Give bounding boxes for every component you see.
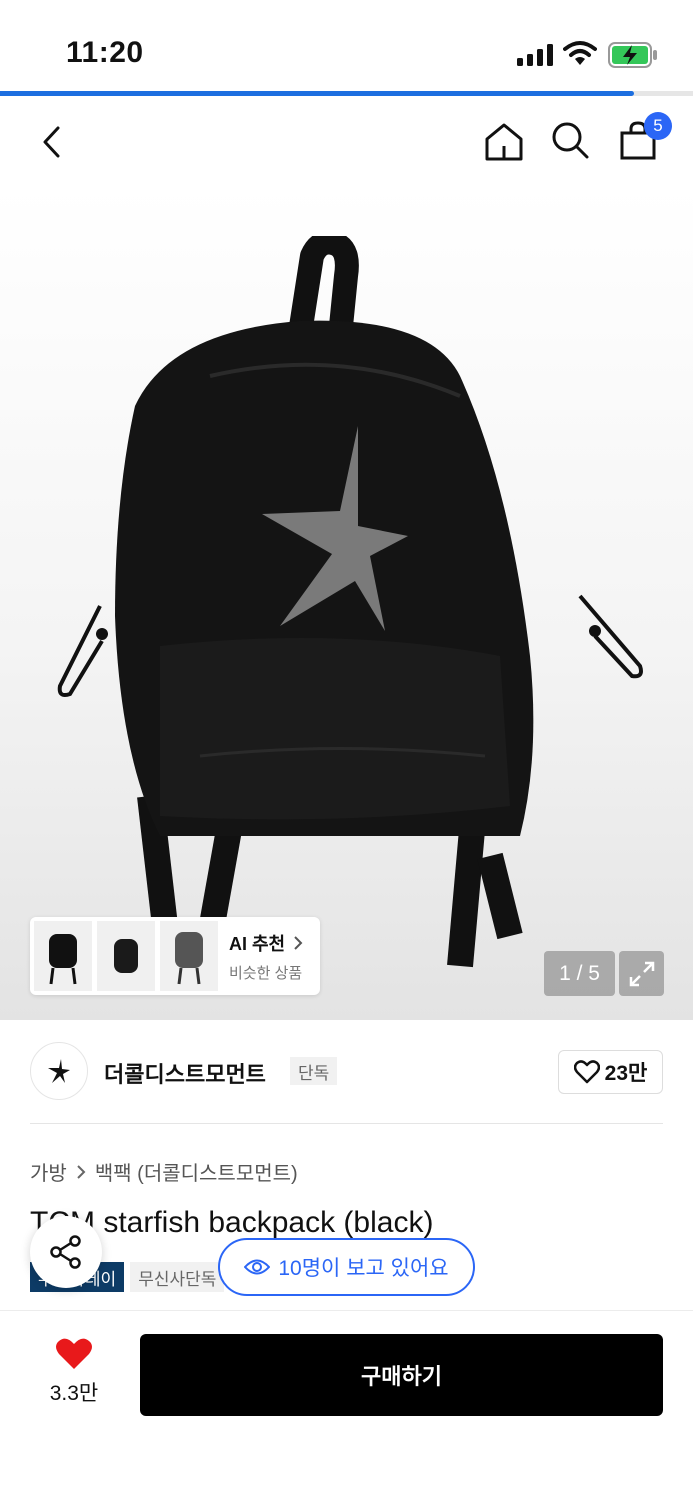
backpack-thumb-icon <box>175 932 203 985</box>
back-button[interactable] <box>30 120 74 164</box>
bottom-action-bar: 3.3만 구매하기 <box>0 1310 693 1500</box>
breadcrumb: 가방 백팩 (더콜디스트모먼트) <box>30 1157 298 1186</box>
battery-icon <box>608 42 657 68</box>
eye-icon <box>244 1259 271 1275</box>
breadcrumb-subcategory[interactable]: 백팩 (더콜디스트모먼트) <box>95 1157 298 1186</box>
starfish-logo-icon <box>48 1059 70 1083</box>
share-button[interactable] <box>30 1216 102 1288</box>
heart-filled-icon <box>56 1338 92 1369</box>
search-button[interactable] <box>548 118 592 162</box>
share-icon <box>50 1235 81 1269</box>
signal-icon <box>517 44 553 66</box>
divider <box>30 1123 663 1124</box>
product-image <box>57 236 643 968</box>
search-icon <box>552 122 589 159</box>
wifi-icon <box>563 41 597 65</box>
cart-count-badge: 5 <box>644 112 672 140</box>
expand-icon <box>629 961 654 986</box>
buy-button[interactable]: 구매하기 <box>140 1334 663 1416</box>
wishlist-count: 3.3만 <box>49 1382 99 1405</box>
breadcrumb-category[interactable]: 가방 <box>30 1157 67 1186</box>
home-button[interactable] <box>482 120 526 164</box>
home-icon <box>485 123 523 161</box>
viewers-indicator: 10명이 보고 있어요 <box>218 1238 475 1296</box>
ai-recommend-subtitle: 비슷한 상품 <box>229 964 303 982</box>
backpack-thumb-icon <box>49 934 77 985</box>
brand-exclusive-tag: 단독 <box>290 1057 338 1085</box>
expand-image-button[interactable] <box>619 951 664 996</box>
top-nav: 5 <box>0 96 693 186</box>
image-page-counter: 1 / 5 <box>544 951 615 996</box>
ai-recommend-title: AI 추천 <box>229 930 305 956</box>
heart-outline-icon <box>573 1060 600 1084</box>
chevron-right-icon <box>294 935 303 950</box>
status-bar: 11:20 <box>0 0 693 96</box>
wishlist-button[interactable]: 3.3만 <box>30 1337 118 1417</box>
ai-thumb-1[interactable] <box>34 921 92 991</box>
tag-musinsa-exclusive: 무신사단독 <box>130 1262 225 1292</box>
status-time: 11:20 <box>66 36 144 69</box>
ai-recommend-text: AI 추천 비슷한 상품 <box>229 930 305 983</box>
back-icon <box>43 126 60 158</box>
ai-thumb-3[interactable] <box>160 921 218 991</box>
brand-row: 더콜디스트모먼트 단독 23만 <box>30 1042 663 1102</box>
backpack-thumb-icon <box>114 939 138 973</box>
product-image-gallery[interactable]: AI 추천 비슷한 상품 1 / 5 <box>0 186 693 1020</box>
brand-logo[interactable] <box>30 1042 88 1100</box>
brand-name[interactable]: 더콜디스트모먼트 <box>104 1057 266 1089</box>
brand-like-count: 23만 <box>604 1062 648 1085</box>
brand-like-button[interactable]: 23만 <box>558 1050 663 1094</box>
viewers-text: 10명이 보고 있어요 <box>278 1257 449 1280</box>
cart-button[interactable]: 5 <box>616 112 672 162</box>
ai-recommend-card[interactable]: AI 추천 비슷한 상품 <box>30 917 320 995</box>
ai-thumb-2[interactable] <box>97 921 155 991</box>
ai-recommend-title-text: AI 추천 <box>229 933 286 954</box>
chevron-right-icon <box>77 1164 86 1179</box>
